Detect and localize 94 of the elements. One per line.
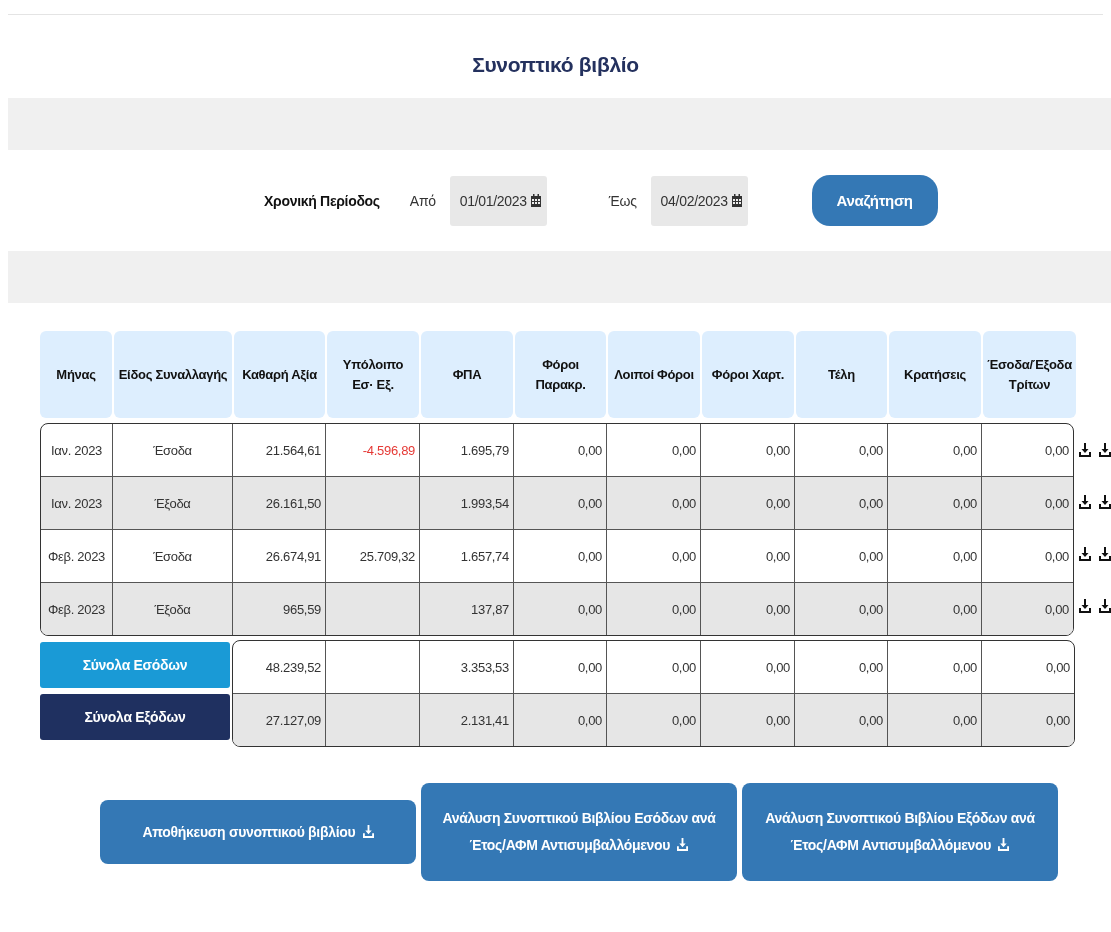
table-cell: 0,00 (888, 583, 982, 635)
search-button[interactable]: Αναζήτηση (811, 175, 938, 226)
table-cell: 0,00 (514, 530, 607, 582)
table-cell: 1.657,74 (420, 530, 514, 582)
table-cell: 3.353,53 (420, 641, 514, 693)
download-icon[interactable] (1079, 547, 1091, 561)
column-header: Μήνας (40, 331, 112, 418)
table-cell: 48.239,52 (233, 641, 326, 693)
column-header: ΦΠΑ (421, 331, 513, 418)
column-header: Φόροι Παρακρ. (515, 331, 606, 418)
table-cell: 1.993,54 (420, 477, 514, 529)
table-cell: 0,00 (514, 477, 607, 529)
calendar-icon (731, 194, 742, 207)
table-cell: 0,00 (514, 424, 607, 476)
download-icon[interactable] (1079, 599, 1091, 613)
table-cell: 0,00 (701, 641, 795, 693)
column-header: Τέλη (796, 331, 887, 418)
calendar-icon (530, 194, 541, 207)
table-cell: 0,00 (795, 530, 888, 582)
table-cell-text: 0,00 (1043, 441, 1070, 460)
table-cell: 0,00 (888, 641, 982, 693)
table-cell: 26.161,50 (233, 477, 326, 529)
download-icon (998, 838, 1010, 851)
from-label: Από (409, 192, 436, 209)
column-header: Φόροι Χαρτ. (702, 331, 794, 418)
column-header: Καθαρή Αξία (234, 331, 325, 418)
table-cell: 0,00 (607, 424, 701, 476)
table-cell-text: 0,00 (1044, 711, 1071, 730)
to-label: Έως (608, 192, 637, 209)
column-header: Είδος Συναλλαγής (114, 331, 232, 418)
table-cell-text: 0,00 (1044, 658, 1071, 677)
table-cell: 26.674,91 (233, 530, 326, 582)
table-cell: Έξοδα (113, 583, 233, 635)
table-cell: 0,00 (888, 424, 982, 476)
table-cell: 0,00 (607, 477, 701, 529)
download-icon[interactable] (1099, 443, 1111, 457)
table-cell: Ιαν. 2023 (41, 424, 113, 476)
table-cell: 27.127,09 (233, 694, 326, 746)
table-cell: 0,00 (701, 694, 795, 746)
table-cell: 0,00 (701, 530, 795, 582)
download-button[interactable]: Ανάλυση Συνοπτικού Βιβλίου Εσόδων ανά Έτος/ΑΦΜ Αντισυμβαλλόμενου (421, 783, 737, 881)
table-cell: 0,00 (607, 530, 701, 582)
table-cell: 0,00 (888, 530, 982, 582)
column-header: Υπόλοιπο Εσ· Εξ. (327, 331, 419, 418)
table-cell: 0,00 (607, 641, 701, 693)
table-cell: 21.564,61 (233, 424, 326, 476)
table-cell: 0,00 (795, 477, 888, 529)
table-cell: 1.695,79 (420, 424, 514, 476)
column-header: Κρατήσεις (889, 331, 981, 418)
table-cell: 0,00 (701, 424, 795, 476)
totals-label: Σύνολα Εξόδων (40, 694, 230, 740)
download-icon[interactable] (1099, 495, 1111, 509)
table-cell: 0,00 (888, 477, 982, 529)
table-cell: Φεβ. 2023 (41, 583, 113, 635)
download-icon[interactable] (1079, 495, 1091, 509)
period-label: Χρονική Περίοδος (264, 192, 380, 209)
table-cell: Έσοδα (113, 530, 233, 582)
table-cell: 2.131,41 (420, 694, 514, 746)
table-cell: -4.596,89 (326, 424, 420, 476)
table-cell: 25.709,32 (326, 530, 420, 582)
download-icon[interactable] (1099, 599, 1111, 613)
table-cell: 0,00 (607, 583, 701, 635)
totals-label: Σύνολα Εσόδων (40, 642, 230, 688)
from-date-field[interactable]: 01/01/2023 (449, 175, 547, 226)
download-icon[interactable] (1099, 547, 1111, 561)
column-header: Λοιποί Φόροι (608, 331, 700, 418)
table-cell: Ιαν. 2023 (41, 477, 113, 529)
table-cell: 0,00 (795, 694, 888, 746)
table-cell-text: 0,00 (1043, 494, 1070, 513)
download-icon (677, 838, 689, 851)
download-icon (362, 824, 374, 838)
table-cell: 0,00 (514, 641, 607, 693)
table-cell-text: 0,00 (1043, 547, 1070, 566)
table-cell: 0,00 (701, 583, 795, 635)
table-cell: Έσοδα (113, 424, 233, 476)
table-cell: Φεβ. 2023 (41, 530, 113, 582)
download-icon[interactable] (1079, 443, 1091, 457)
table-cell: 0,00 (514, 694, 607, 746)
table-cell: 0,00 (701, 477, 795, 529)
table-cell: 965,59 (233, 583, 326, 635)
table-cell: 0,00 (888, 694, 982, 746)
table-cell: 0,00 (795, 583, 888, 635)
table-cell: 0,00 (795, 641, 888, 693)
to-date-field[interactable]: 04/02/2023 (650, 175, 748, 226)
table-cell: 0,00 (607, 694, 701, 746)
table-cell: 0,00 (514, 583, 607, 635)
download-button[interactable]: Ανάλυση Συνοπτικού Βιβλίου Εξόδων ανά Έτος/ΑΦΜ Αντισυμβαλλόμενου (742, 783, 1058, 881)
table-cell: 0,00 (795, 424, 888, 476)
table-cell: Έξοδα (113, 477, 233, 529)
column-header: Έσοδα/Έξοδα Τρίτων (983, 331, 1076, 418)
page-title: Συνοπτικό βιβλίο (471, 53, 640, 78)
table-cell: 137,87 (420, 583, 514, 635)
table-cell-text: 0,00 (1043, 600, 1070, 619)
download-button[interactable]: Αποθήκευση συνοπτικού βιβλίου (100, 800, 416, 864)
